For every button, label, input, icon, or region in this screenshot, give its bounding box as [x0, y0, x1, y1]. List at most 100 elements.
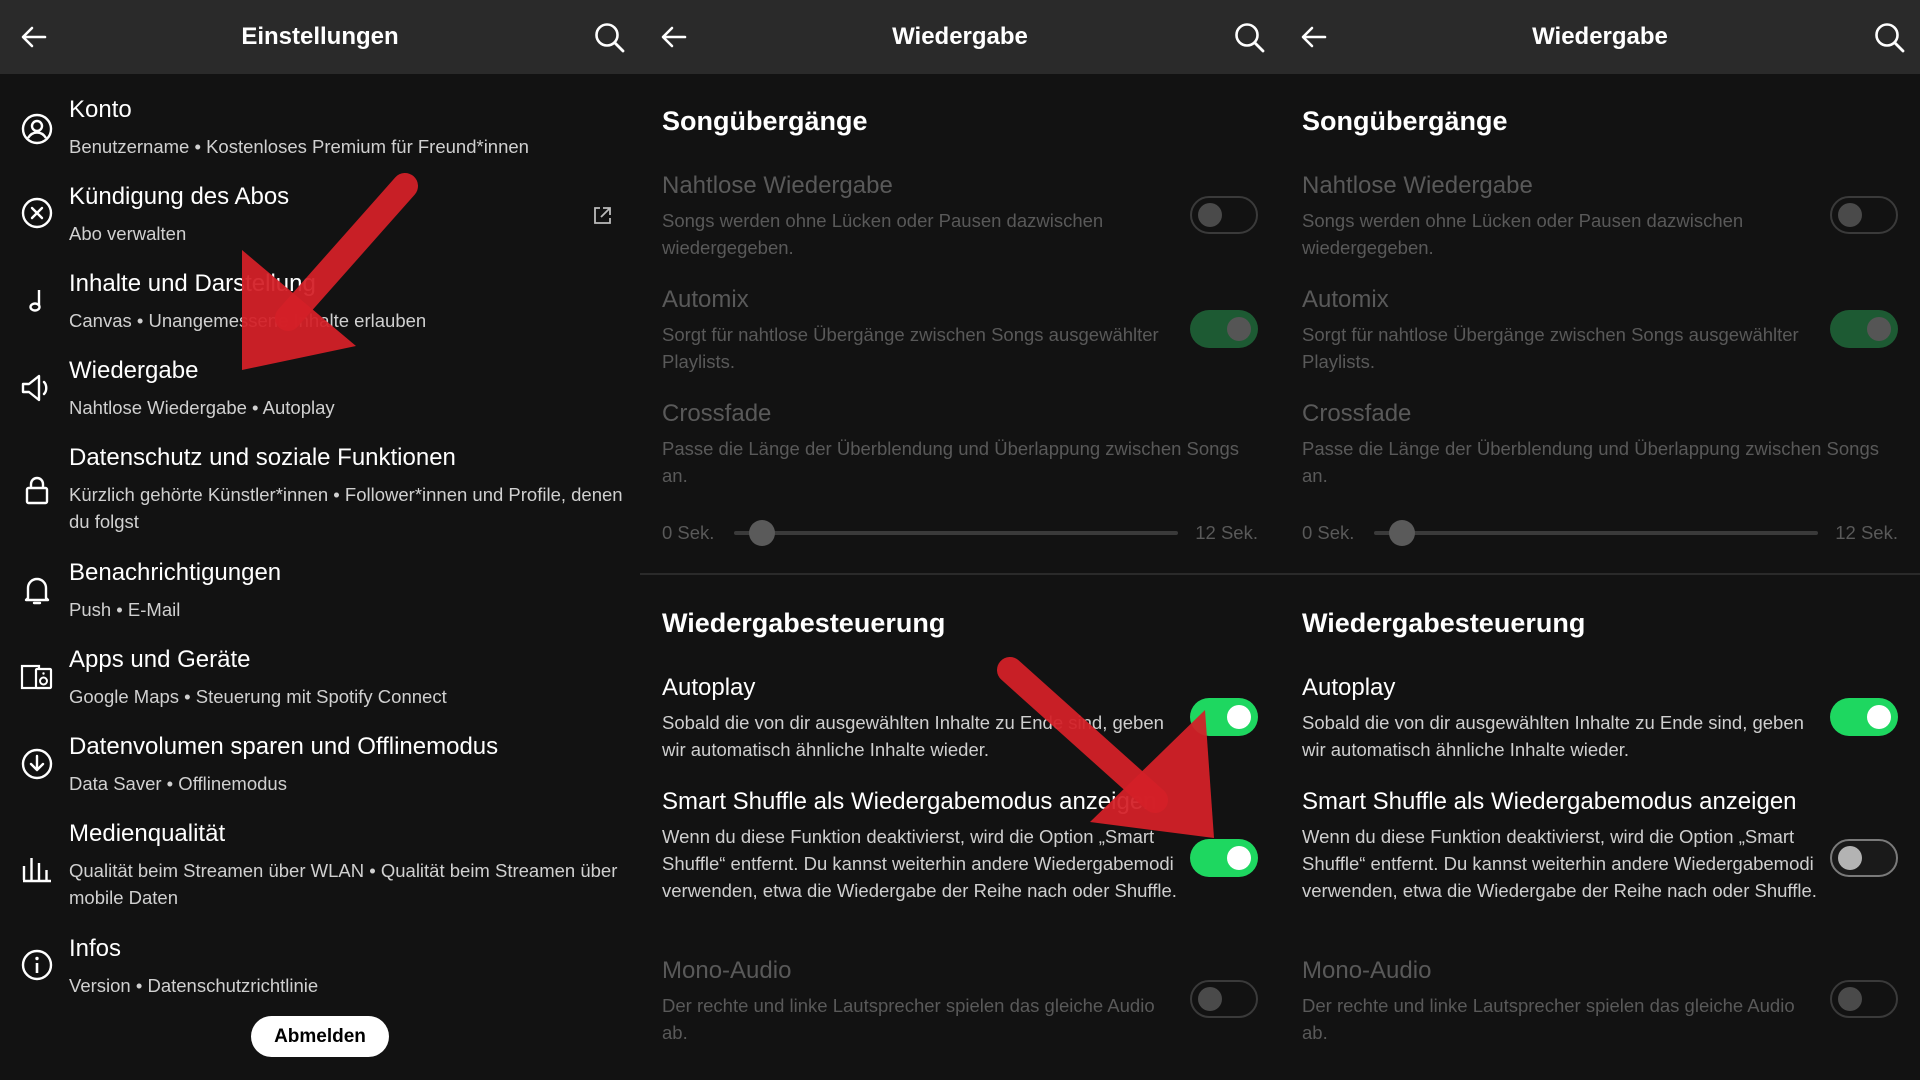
- playback-topbar: Wiedergabe: [640, 0, 1280, 74]
- settings-item-kuendigung[interactable]: Kündigung des Abos Abo verwalten: [0, 175, 640, 255]
- page-title: Einstellungen: [241, 23, 399, 50]
- smart-shuffle-description: Wenn du diese Funktion deaktivierst, wir…: [1302, 826, 1817, 901]
- settings-item-title: Kündigung des Abos: [69, 183, 290, 210]
- playback-panel-after: Wiedergabe Songübergänge Nahtlose Wieder…: [1280, 0, 1920, 1080]
- crossfade-slider-thumb[interactable]: [1389, 520, 1415, 546]
- crossfade-title: Crossfade: [662, 400, 772, 427]
- autoplay-toggle[interactable]: [1830, 698, 1898, 736]
- crossfade-title: Crossfade: [1302, 400, 1412, 427]
- settings-item-datenschutz[interactable]: Datenschutz und soziale Funktionen Kürzl…: [0, 436, 640, 544]
- settings-item-subtitle: Push • E-Mail: [69, 599, 181, 620]
- mono-audio-title: Mono-Audio: [662, 957, 792, 984]
- bell-icon: [20, 573, 54, 607]
- x-circle-icon: [20, 196, 54, 230]
- settings-item-subtitle: Nahtlose Wiedergabe • Autoplay: [69, 397, 335, 418]
- smart-shuffle-title: Smart Shuffle als Wiedergabemodus anzeig…: [1302, 788, 1797, 815]
- automix-toggle[interactable]: [1830, 310, 1898, 348]
- crossfade-min-label: 0 Sek.: [662, 522, 715, 543]
- arrow-left-icon[interactable]: [18, 21, 50, 53]
- download-circle-icon: [20, 747, 54, 781]
- section-heading-wiedergabesteuerung: Wiedergabesteuerung: [662, 608, 946, 638]
- settings-item-subtitle: Qualität beim Streamen über WLAN • Quali…: [69, 860, 618, 908]
- settings-item-infos[interactable]: Infos Version • Datenschutzrichtlinie: [0, 927, 640, 1007]
- settings-item-medienqualitaet[interactable]: Medienqualität Qualität beim Streamen üb…: [0, 812, 640, 920]
- settings-topbar: Einstellungen: [0, 0, 640, 74]
- autoplay-description: Sobald die von dir ausgewählten Inhalte …: [1302, 712, 1804, 760]
- settings-item-konto[interactable]: Konto Benutzername • Kostenloses Premium…: [0, 88, 640, 168]
- settings-item-subtitle: Benutzername • Kostenloses Premium für F…: [69, 136, 529, 157]
- settings-item-inhalte[interactable]: Inhalte und Darstellung Canvas • Unangem…: [0, 262, 640, 342]
- crossfade-slider-thumb[interactable]: [749, 520, 775, 546]
- page-title: Wiedergabe: [892, 23, 1028, 50]
- settings-item-title: Benachrichtigungen: [69, 559, 282, 586]
- divider: [640, 573, 1280, 575]
- crossfade-slider[interactable]: [734, 520, 1178, 546]
- info-icon: [20, 948, 54, 982]
- settings-item-title: Apps und Geräte: [69, 646, 251, 673]
- settings-item-subtitle: Abo verwalten: [69, 223, 187, 244]
- settings-item-datenvolumen[interactable]: Datenvolumen sparen und Offlinemodus Dat…: [0, 725, 640, 805]
- crossfade-description: Passe die Länge der Überblendung und Übe…: [1302, 438, 1879, 486]
- autoplay-title: Autoplay: [1302, 674, 1396, 701]
- gapless-title: Nahtlose Wiedergabe: [662, 172, 893, 199]
- gapless-description: Songs werden ohne Lücken oder Pausen daz…: [662, 210, 1104, 258]
- settings-item-title: Infos: [69, 935, 122, 962]
- settings-item-subtitle: Google Maps • Steuerung mit Spotify Conn…: [69, 686, 447, 707]
- crossfade-max-label: 12 Sek.: [1195, 522, 1258, 543]
- crossfade-slider[interactable]: [1374, 520, 1818, 546]
- smart-shuffle-description: Wenn du diese Funktion deaktivierst, wir…: [662, 826, 1177, 901]
- autoplay-title: Autoplay: [662, 674, 756, 701]
- mono-audio-toggle[interactable]: [1190, 980, 1258, 1018]
- external-link-icon: [591, 205, 613, 227]
- section-heading-songuebergaenge: Songübergänge: [662, 106, 868, 136]
- settings-item-subtitle: Version • Datenschutzrichtlinie: [69, 975, 319, 996]
- automix-title: Automix: [662, 286, 749, 313]
- lock-icon: [20, 473, 54, 507]
- equalizer-icon: [20, 850, 54, 884]
- settings-item-title: Datenvolumen sparen und Offlinemodus: [69, 733, 499, 760]
- section-heading-wiedergabesteuerung: Wiedergabesteuerung: [1302, 608, 1586, 638]
- gapless-toggle[interactable]: [1830, 196, 1898, 234]
- smart-shuffle-title: Smart Shuffle als Wiedergabemodus anzeig…: [662, 788, 1157, 815]
- search-icon[interactable]: [1232, 20, 1266, 54]
- crossfade-description: Passe die Länge der Überblendung und Übe…: [662, 438, 1239, 486]
- smart-shuffle-toggle[interactable]: [1830, 839, 1898, 877]
- smart-shuffle-toggle[interactable]: [1190, 839, 1258, 877]
- crossfade-min-label: 0 Sek.: [1302, 522, 1355, 543]
- automix-description: Sorgt für nahtlose Übergänge zwischen So…: [1302, 324, 1799, 372]
- mono-audio-toggle[interactable]: [1830, 980, 1898, 1018]
- settings-item-subtitle: Kürzlich gehörte Künstler*innen • Follow…: [69, 484, 623, 532]
- search-icon[interactable]: [1872, 20, 1906, 54]
- speaker-icon: [20, 371, 54, 405]
- settings-item-title: Inhalte und Darstellung: [69, 270, 316, 297]
- settings-item-title: Konto: [69, 96, 132, 123]
- automix-title: Automix: [1302, 286, 1389, 313]
- settings-item-apps-geraete[interactable]: Apps und Geräte Google Maps • Steuerung …: [0, 638, 640, 718]
- gapless-title: Nahtlose Wiedergabe: [1302, 172, 1533, 199]
- arrow-left-icon[interactable]: [1298, 21, 1330, 53]
- section-heading-songuebergaenge: Songübergänge: [1302, 106, 1508, 136]
- divider: [1280, 573, 1920, 575]
- gapless-toggle[interactable]: [1190, 196, 1258, 234]
- settings-item-title: Medienqualität: [69, 820, 226, 847]
- devices-icon: [20, 660, 54, 694]
- playback-topbar: Wiedergabe: [1280, 0, 1920, 74]
- page-title: Wiedergabe: [1532, 23, 1668, 50]
- settings-panel: Einstellungen Konto Benutzername • Koste…: [0, 0, 640, 1080]
- settings-item-title: Wiedergabe: [69, 357, 199, 384]
- gapless-description: Songs werden ohne Lücken oder Pausen daz…: [1302, 210, 1744, 258]
- automix-toggle[interactable]: [1190, 310, 1258, 348]
- settings-item-subtitle: Data Saver • Offlinemodus: [69, 773, 287, 794]
- mono-audio-description: Der rechte und linke Lautsprecher spiele…: [1302, 995, 1795, 1043]
- search-icon[interactable]: [592, 20, 626, 54]
- settings-item-subtitle: Canvas • Unangemessene Inhalte erlauben: [69, 310, 427, 331]
- settings-item-wiedergabe[interactable]: Wiedergabe Nahtlose Wiedergabe • Autopla…: [0, 349, 640, 429]
- settings-item-benachrichtigungen[interactable]: Benachrichtigungen Push • E-Mail: [0, 551, 640, 631]
- mono-audio-title: Mono-Audio: [1302, 957, 1432, 984]
- user-circle-icon: [20, 112, 54, 146]
- mono-audio-description: Der rechte und linke Lautsprecher spiele…: [662, 995, 1155, 1043]
- autoplay-toggle[interactable]: [1190, 698, 1258, 736]
- crossfade-max-label: 12 Sek.: [1835, 522, 1898, 543]
- logout-button[interactable]: Abmelden: [251, 1016, 389, 1057]
- arrow-left-icon[interactable]: [658, 21, 690, 53]
